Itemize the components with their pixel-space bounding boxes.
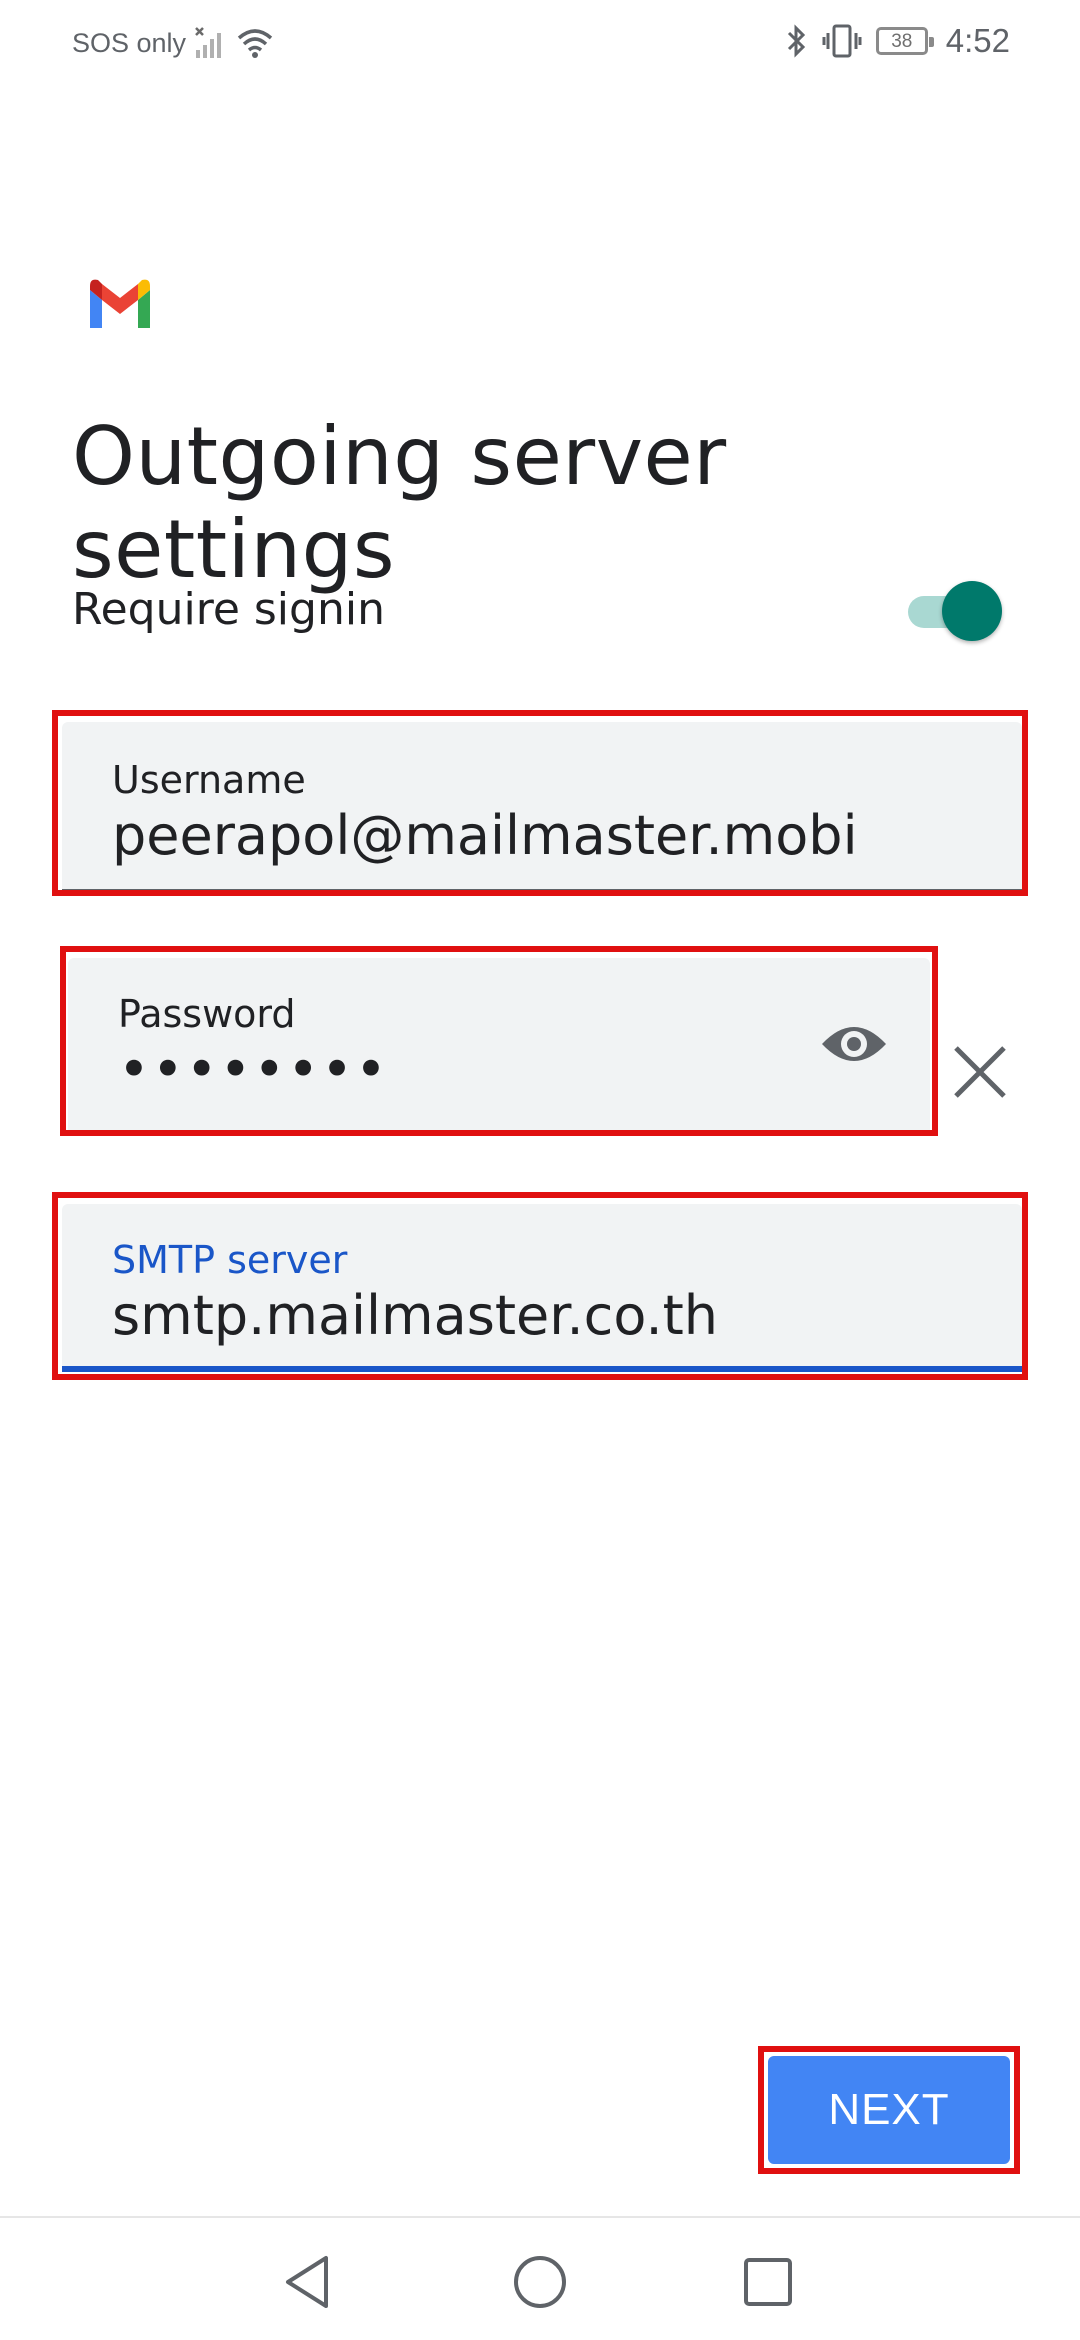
bluetooth-icon [787,24,805,58]
clock: 4:52 [945,22,1010,59]
next-button[interactable]: NEXT [768,2056,1010,2164]
password-field[interactable]: Password •••••••• [68,958,930,1130]
username-value: peerapol@mailmaster.mobi [112,804,858,867]
back-icon[interactable] [280,2252,340,2312]
carrier-text: SOS only [72,27,187,58]
require-signin-row: Require signin [72,576,1002,646]
close-icon[interactable] [948,1040,1012,1104]
eye-icon[interactable] [818,1016,890,1072]
battery-icon: 38 [875,27,934,55]
gmail-logo-icon [90,279,150,328]
password-value: •••••••• [118,1038,389,1101]
require-signin-toggle[interactable] [902,580,1002,641]
home-icon[interactable] [510,2252,570,2312]
vibrate-icon [822,24,862,58]
smtp-server-underline [62,1366,1022,1372]
recent-apps-icon[interactable] [738,2252,798,2312]
page-title: Outgoing server settings [72,410,727,596]
status-left: SOS only [72,26,274,60]
status-right: 38 4:52 [786,22,1010,60]
navigation-bar [0,2216,1080,2340]
signal-icon [195,27,222,58]
require-signin-label: Require signin [72,584,385,635]
smtp-server-value: smtp.mailmaster.co.th [112,1284,719,1347]
username-label: Username [112,758,306,802]
smtp-server-label: SMTP server [112,1238,348,1282]
battery-level: 38 [891,30,913,52]
toggle-thumb [942,581,1002,641]
username-underline [62,889,1022,892]
screen: SOS only 38 4:52 Outgoing server setting… [0,0,1080,2340]
wifi-icon [237,29,273,58]
password-label: Password [118,992,296,1036]
status-bar: SOS only 38 4:52 [0,0,1080,90]
username-field[interactable]: Username peerapol@mailmaster.mobi [62,722,1022,892]
smtp-server-field[interactable]: SMTP server smtp.mailmaster.co.th [62,1204,1022,1372]
